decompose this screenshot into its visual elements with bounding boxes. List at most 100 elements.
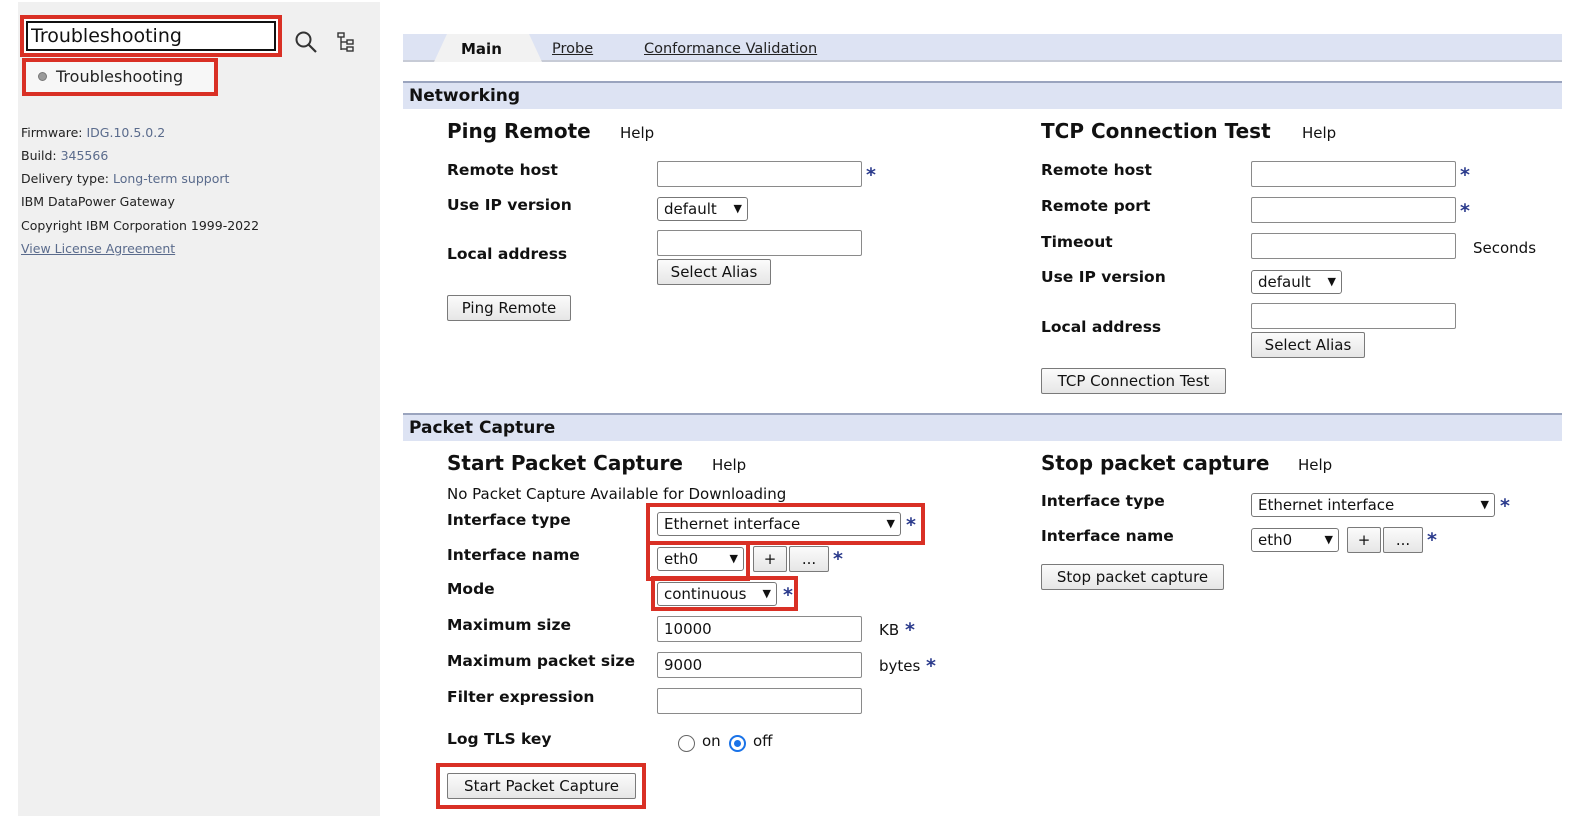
start-packet-capture-button[interactable]: Start Packet Capture xyxy=(447,773,636,799)
start-capture-title: Start Packet Capture xyxy=(447,451,683,475)
tab-bar: Main Probe Conformance Validation xyxy=(403,34,1562,62)
required-marker: * xyxy=(866,164,876,186)
bullet-icon xyxy=(38,72,47,81)
ping-remote-host-label: Remote host xyxy=(447,161,558,179)
tcp-remote-port-label: Remote port xyxy=(1041,197,1151,215)
start-interface-type-select[interactable]: Ethernet interface ▼ xyxy=(657,512,901,536)
capture-status-text: No Packet Capture Available for Download… xyxy=(447,485,787,503)
ping-local-address-label: Local address xyxy=(447,245,568,263)
ping-help-link[interactable]: Help xyxy=(620,124,654,142)
ping-ip-version-select[interactable]: default ▼ xyxy=(657,197,748,221)
license-info: View License Agreement xyxy=(21,241,175,256)
ping-remote-host-input[interactable] xyxy=(657,161,862,187)
search-input[interactable] xyxy=(26,21,276,51)
product-name: IBM DataPower Gateway xyxy=(21,194,175,209)
chevron-down-icon: ▼ xyxy=(1327,275,1336,288)
delivery-value: Long-term support xyxy=(112,171,230,186)
firmware-value: IDG.10.5.0.2 xyxy=(86,125,166,140)
required-marker: * xyxy=(1460,164,1470,186)
search-result-label: Troubleshooting xyxy=(56,67,184,86)
ping-local-address-input[interactable] xyxy=(657,230,862,256)
search-icon[interactable] xyxy=(293,29,319,55)
ping-remote-button[interactable]: Ping Remote xyxy=(447,295,571,321)
required-marker: * xyxy=(833,548,843,570)
ping-remote-title: Ping Remote xyxy=(447,119,591,143)
tcp-ip-version-select[interactable]: default ▼ xyxy=(1251,270,1342,294)
tree-view-icon[interactable] xyxy=(336,31,356,53)
start-browse-interface-button[interactable]: ... xyxy=(789,546,829,572)
filter-expression-label: Filter expression xyxy=(447,688,595,706)
stop-capture-title: Stop packet capture xyxy=(1041,451,1270,475)
stop-capture-help-link[interactable]: Help xyxy=(1298,456,1332,474)
build-info: Build: 345566 xyxy=(21,148,109,163)
tcp-timeout-input[interactable] xyxy=(1251,233,1456,259)
tcp-timeout-unit: Seconds xyxy=(1473,239,1537,257)
tcp-timeout-label: Timeout xyxy=(1041,233,1113,251)
license-link[interactable]: View License Agreement xyxy=(21,241,175,256)
search-highlight-box xyxy=(20,15,282,57)
start-capture-help-link[interactable]: Help xyxy=(712,456,746,474)
start-interface-name-select[interactable]: eth0 ▼ xyxy=(657,547,744,571)
ping-select-alias-button[interactable]: Select Alias xyxy=(657,259,771,285)
mode-label: Mode xyxy=(447,580,495,598)
tab-main[interactable]: Main xyxy=(461,34,502,64)
stop-interface-type-label: Interface type xyxy=(1041,492,1165,510)
filter-expression-input[interactable] xyxy=(657,688,862,714)
log-tls-off-label: off xyxy=(753,732,773,750)
delivery-info: Delivery type: Long-term support xyxy=(21,171,230,186)
stop-interface-type-select[interactable]: Ethernet interface ▼ xyxy=(1251,493,1495,517)
max-size-input[interactable] xyxy=(657,616,862,642)
networking-header: Networking xyxy=(403,81,1562,109)
start-interface-type-label: Interface type xyxy=(447,511,571,529)
start-interface-name-label: Interface name xyxy=(447,546,580,564)
tcp-connection-test-button[interactable]: TCP Connection Test xyxy=(1041,368,1226,394)
chevron-down-icon: ▼ xyxy=(729,552,738,565)
firmware-info: Firmware: IDG.10.5.0.2 xyxy=(21,125,166,140)
max-size-unit: KB xyxy=(879,621,900,639)
tab-conformance-validation[interactable]: Conformance Validation xyxy=(636,34,825,62)
chevron-down-icon: ▼ xyxy=(886,517,895,530)
log-tls-key-label: Log TLS key xyxy=(447,730,552,748)
tcp-test-title: TCP Connection Test xyxy=(1041,119,1271,143)
max-size-label: Maximum size xyxy=(447,616,571,634)
tcp-local-address-input[interactable] xyxy=(1251,303,1456,329)
chevron-down-icon: ▼ xyxy=(733,202,742,215)
chevron-down-icon: ▼ xyxy=(1324,533,1333,546)
ping-ip-version-label: Use IP version xyxy=(447,196,572,214)
start-add-interface-button[interactable]: + xyxy=(753,546,787,572)
stop-packet-capture-button[interactable]: Stop packet capture xyxy=(1041,564,1224,590)
log-tls-on-label: on xyxy=(702,732,721,750)
mode-select[interactable]: continuous ▼ xyxy=(657,582,777,606)
stop-add-interface-button[interactable]: + xyxy=(1347,527,1381,553)
stop-browse-interface-button[interactable]: ... xyxy=(1383,527,1423,553)
tcp-help-link[interactable]: Help xyxy=(1302,124,1336,142)
packet-capture-header: Packet Capture xyxy=(403,413,1562,441)
required-marker: * xyxy=(905,619,915,641)
tcp-remote-host-label: Remote host xyxy=(1041,161,1152,179)
tcp-remote-host-input[interactable] xyxy=(1251,161,1456,187)
tcp-remote-port-input[interactable] xyxy=(1251,197,1456,223)
search-result-troubleshooting[interactable]: Troubleshooting xyxy=(22,58,218,96)
required-marker: * xyxy=(783,584,793,606)
tcp-ip-version-label: Use IP version xyxy=(1041,268,1166,286)
build-value: 345566 xyxy=(60,148,109,163)
required-marker: * xyxy=(1500,495,1510,517)
required-marker: * xyxy=(906,514,916,536)
max-packet-size-unit: bytes xyxy=(879,657,921,675)
tab-probe[interactable]: Probe xyxy=(544,34,601,62)
required-marker: * xyxy=(1460,200,1470,222)
chevron-down-icon: ▼ xyxy=(762,587,771,600)
log-tls-off-radio[interactable] xyxy=(729,735,746,752)
tcp-select-alias-button[interactable]: Select Alias xyxy=(1251,332,1365,358)
copyright: Copyright IBM Corporation 1999-2022 xyxy=(21,218,260,233)
max-packet-size-input[interactable] xyxy=(657,652,862,678)
chevron-down-icon: ▼ xyxy=(1480,498,1489,511)
stop-interface-name-label: Interface name xyxy=(1041,527,1174,545)
log-tls-on-radio[interactable] xyxy=(678,735,695,752)
max-packet-size-label: Maximum packet size xyxy=(447,652,635,670)
required-marker: * xyxy=(926,655,936,677)
tcp-local-address-label: Local address xyxy=(1041,318,1162,336)
stop-interface-name-select[interactable]: eth0 ▼ xyxy=(1251,528,1339,552)
required-marker: * xyxy=(1427,529,1437,551)
sidebar: Troubleshooting Firmware: IDG.10.5.0.2 B… xyxy=(18,2,380,816)
